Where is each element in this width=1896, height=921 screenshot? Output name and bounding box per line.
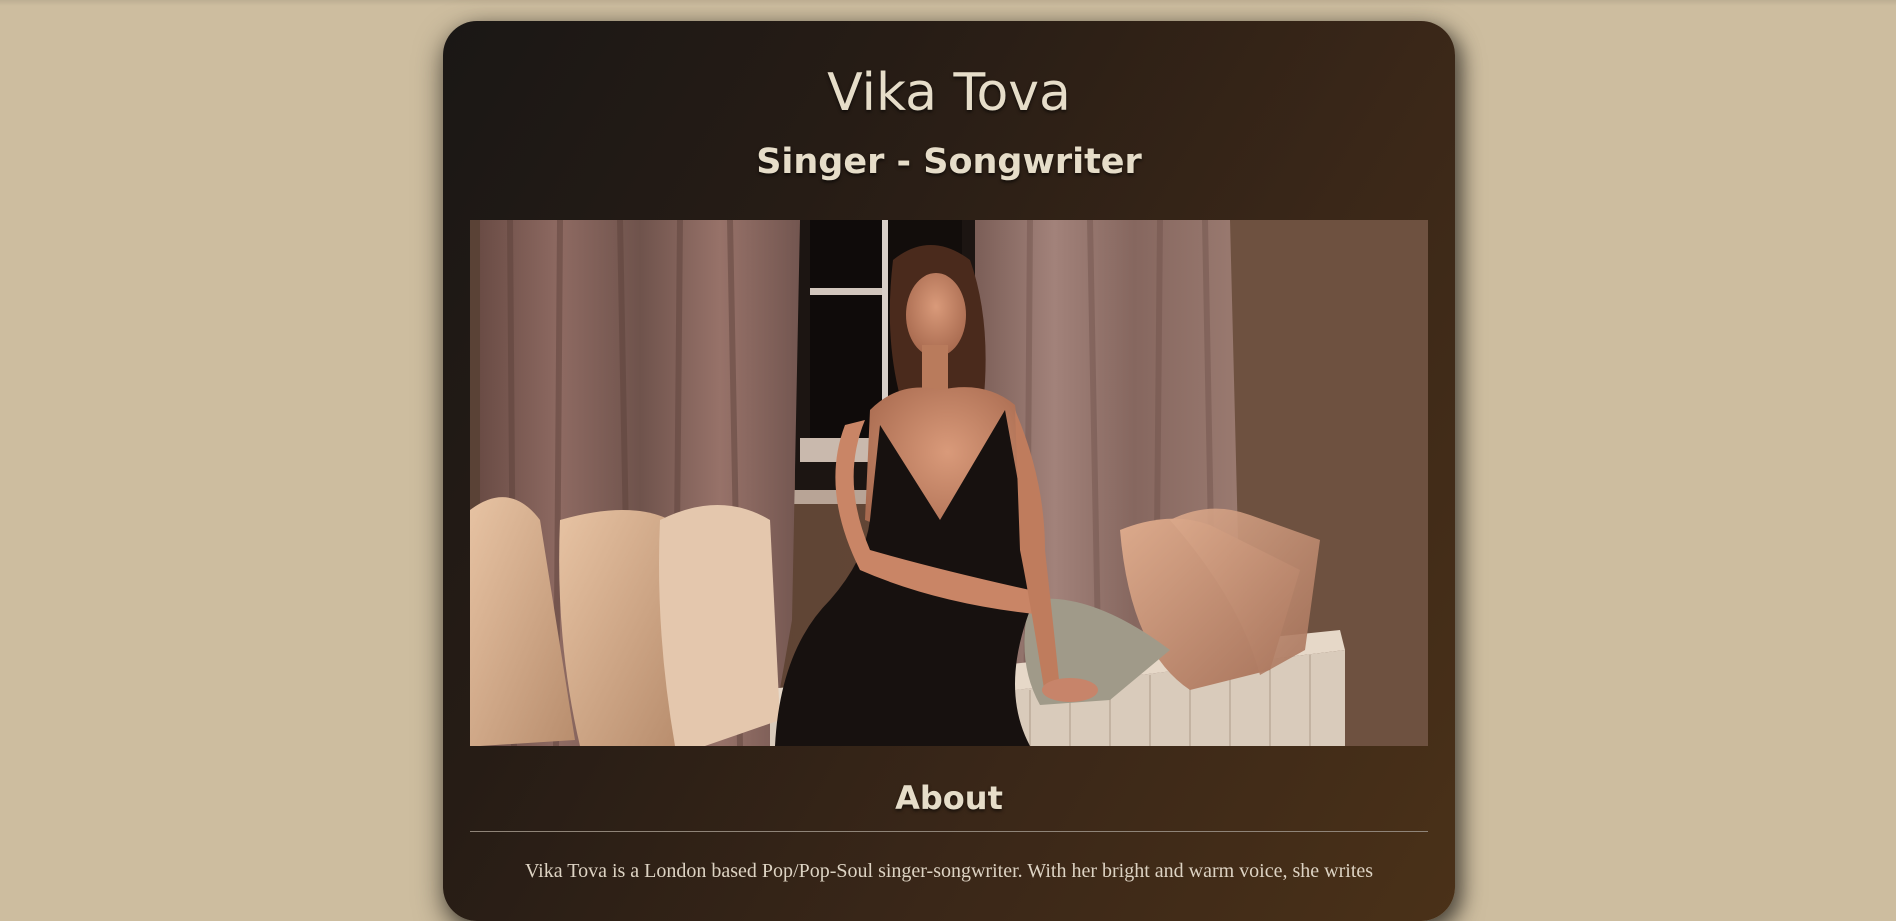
- top-edge-shadow: [0, 0, 1896, 6]
- about-heading: About: [895, 779, 1003, 817]
- section-divider: [470, 831, 1428, 832]
- artist-tagline: Singer - Songwriter: [756, 142, 1142, 182]
- hero-photo: [470, 220, 1428, 746]
- hero-photo-illustration: [470, 220, 1428, 746]
- profile-card: Vika Tova Singer - Songwriter About Vika…: [443, 21, 1455, 921]
- artist-name: Vika Tova: [827, 63, 1071, 123]
- about-text: Vika Tova is a London based Pop/Pop-Soul…: [524, 860, 1374, 882]
